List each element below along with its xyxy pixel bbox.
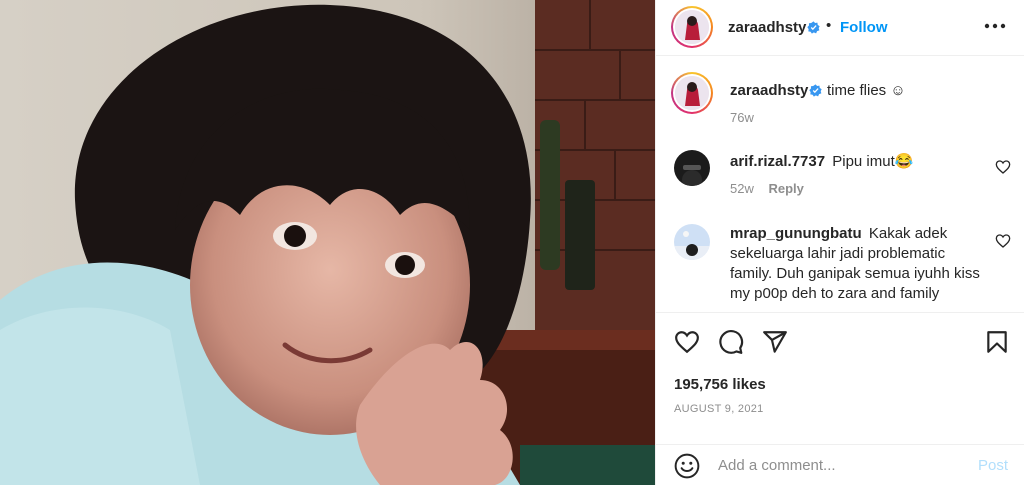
like-comment-heart-icon[interactable] [995,233,1011,249]
reply-button[interactable]: Reply [768,181,803,196]
emoji-icon[interactable] [674,453,700,479]
commenter-avatar-image [674,150,710,186]
commenter-avatar[interactable] [674,224,710,260]
caption-avatar[interactable] [671,72,713,114]
post-side-panel: zaraadhsty • Follow zaraadhsty time flie… [655,0,1024,485]
caption-username[interactable]: zaraadhsty [730,82,808,99]
add-comment-bar: Post [656,444,1024,485]
heart-icon[interactable] [674,329,700,355]
post-button[interactable]: Post [978,457,1008,474]
post-header: zaraadhsty • Follow [656,0,1024,56]
header-username[interactable]: zaraadhsty [728,19,806,36]
comment-input[interactable] [718,454,958,476]
comment-username[interactable]: mrap_gunungbatu [730,225,862,242]
post-actions: 195,756 likes AUGUST 9, 2021 Post [656,312,1024,484]
comment-meta: 52w Reply [730,181,804,196]
verified-badge-icon [809,84,822,97]
comment-time[interactable]: 52w [730,181,754,196]
avatar-image [675,10,709,44]
caption-text: time flies ☺ [827,82,906,99]
like-comment-heart-icon[interactable] [995,159,1011,175]
comment-username[interactable]: arif.rizal.7737 [730,153,825,170]
likes-count[interactable]: 195,756 likes [674,376,766,393]
follow-button[interactable]: Follow [840,19,888,36]
post-photo[interactable] [0,0,655,485]
post-date[interactable]: AUGUST 9, 2021 [674,403,764,415]
separator-dot: • [826,17,832,34]
commenter-avatar-image [674,224,710,260]
verified-badge-icon [807,21,820,34]
comment-text: Pipu imut😂 [832,153,914,170]
bookmark-icon[interactable] [984,329,1010,355]
comment-body: arif.rizal.7737 Pipu imut😂 [730,152,980,172]
post-photo-illustration [0,0,655,485]
caption-timestamp[interactable]: 76w [730,110,754,125]
commenter-avatar[interactable] [674,150,710,186]
comment-icon[interactable] [718,329,744,355]
comment-body: mrap_gunungbatu Kakak adek sekeluarga la… [730,224,980,304]
avatar[interactable] [671,6,713,48]
share-icon[interactable] [762,329,788,355]
caption-avatar-image [675,76,709,110]
more-options-icon[interactable] [982,16,1008,36]
